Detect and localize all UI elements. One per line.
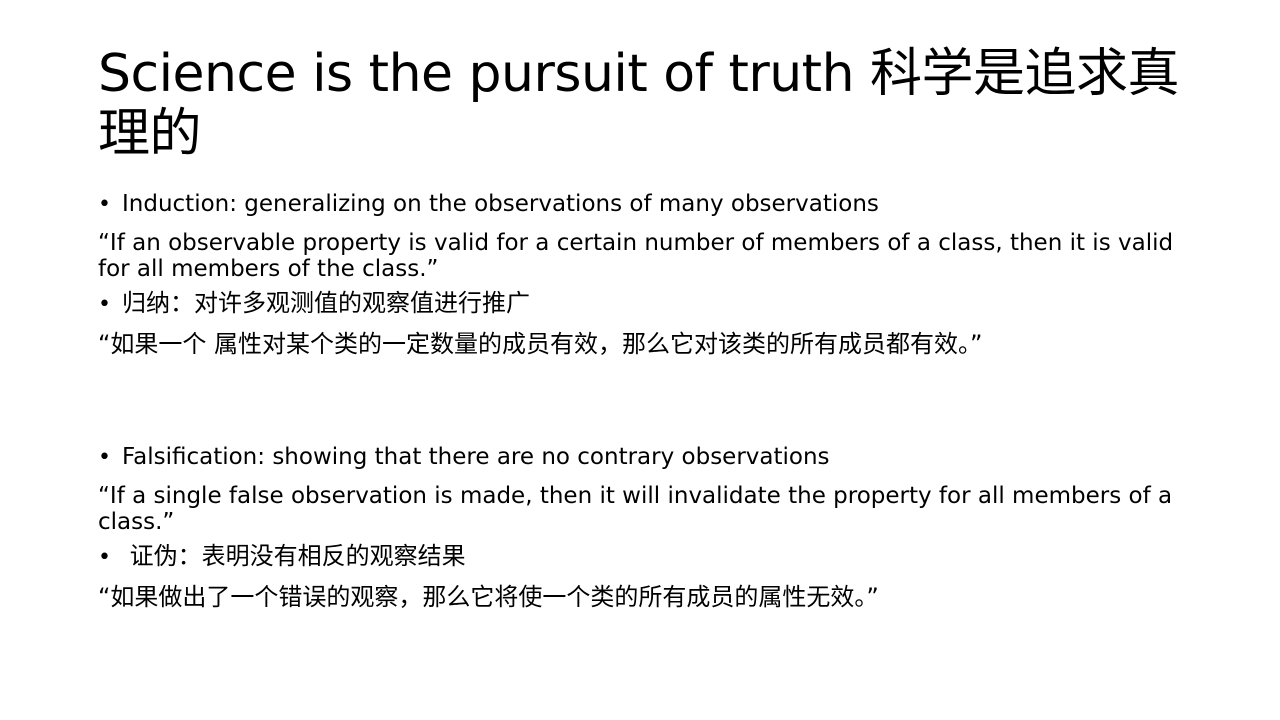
bullet-falsification: • Falsification: showing that there are n… — [98, 443, 1188, 472]
bullet-dot: • — [98, 545, 111, 570]
bullet-induction-text: Induction: generalizing on the observati… — [122, 191, 879, 217]
falsification-quote-en: “If a single false observation is made, … — [98, 483, 1173, 535]
bullet-induction-zh-text: 归纳：对许多观测值的观察值进行推广 — [122, 289, 530, 317]
bullet-dot: • — [98, 445, 111, 470]
bullet-induction: • Induction: generalizing on the observat… — [98, 190, 1188, 219]
induction-quote-en: “If an observable property is valid for … — [98, 230, 1174, 282]
bullet-induction-zh: • 归纳：对许多观测值的观察值进行推广 — [98, 288, 1188, 320]
induction-quote-zh: “如果一个 属性对某个类的一定数量的成员有效，那么它对该类的所有成员都有效。” — [98, 330, 983, 358]
bullet-dot: • — [98, 292, 111, 317]
bullet-falsification-zh-text: 证伪：表明没有相反的观察结果 — [122, 542, 466, 570]
falsification-quote-zh: “如果做出了一个错误的观察，那么它将使一个类的所有成员的属性无效。” — [98, 583, 879, 611]
bullet-falsification-zh: • 证伪：表明没有相反的观察结果 — [98, 541, 1188, 573]
bullet-falsification-text: Falsification: showing that there are no… — [122, 444, 830, 470]
slide: Science is the pursuit of truth 科学是追求真理的… — [0, 0, 1280, 720]
slide-title: Science is the pursuit of truth 科学是追求真理的 — [98, 44, 1180, 164]
bullet-dot: • — [98, 192, 111, 217]
